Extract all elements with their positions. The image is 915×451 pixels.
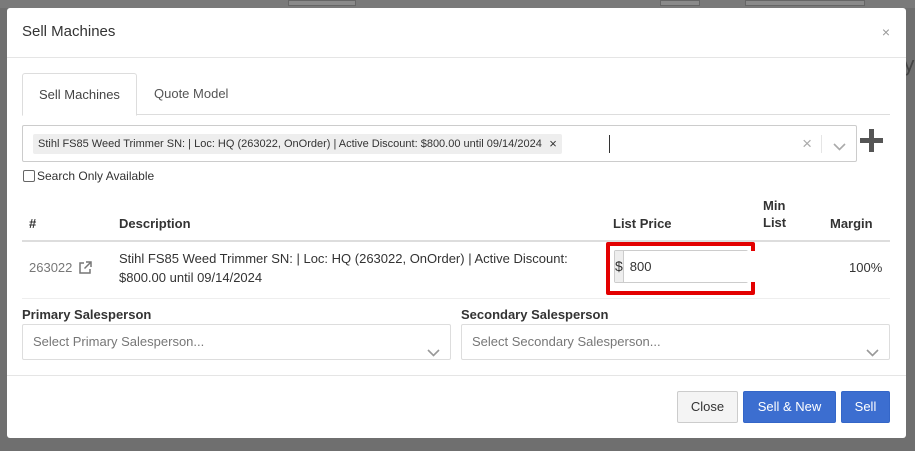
- close-button[interactable]: Close: [677, 391, 738, 423]
- modal-close-button[interactable]: ×: [882, 25, 890, 39]
- secondary-salesperson-label: Secondary Salesperson: [461, 307, 609, 322]
- add-machine-button[interactable]: [860, 129, 883, 157]
- modal-header: Sell Machines ×: [7, 8, 906, 58]
- search-only-available-label: Search Only Available: [37, 169, 155, 183]
- row-divider: [22, 298, 890, 299]
- selected-machine-label: Stihl FS85 Weed Trimmer SN: | Loc: HQ (2…: [38, 138, 542, 150]
- header-margin: Margin: [830, 216, 873, 231]
- selected-machine-tag: Stihl FS85 Weed Trimmer SN: | Loc: HQ (2…: [33, 134, 562, 154]
- search-only-available-checkbox[interactable]: [23, 170, 35, 182]
- chevron-down-icon[interactable]: [833, 138, 846, 156]
- sell-button[interactable]: Sell: [841, 391, 890, 423]
- clear-selection-button[interactable]: ×: [802, 134, 812, 154]
- machine-description-line1: Stihl FS85 Weed Trimmer SN: | Loc: HQ (2…: [119, 251, 568, 266]
- backdrop-fragment: [288, 0, 356, 6]
- list-price-input[interactable]: [623, 251, 812, 282]
- primary-salesperson-placeholder: Select Primary Salesperson...: [33, 334, 205, 349]
- header-min-list: Min List: [763, 197, 786, 231]
- footer-divider: [7, 375, 906, 376]
- header-divider: [22, 240, 890, 242]
- chevron-down-icon: [866, 336, 879, 370]
- header-list-price: List Price: [613, 216, 672, 231]
- external-link-icon: [79, 260, 93, 274]
- machine-search-select[interactable]: Stihl FS85 Weed Trimmer SN: | Loc: HQ (2…: [22, 125, 857, 162]
- list-price-group: $: [614, 250, 812, 283]
- sell-machines-modal: Sell Machines × Sell Machines Quote Mode…: [7, 8, 906, 438]
- remove-tag-button[interactable]: ×: [549, 134, 557, 154]
- search-only-available-row[interactable]: Search Only Available: [23, 169, 154, 183]
- secondary-salesperson-placeholder: Select Secondary Salesperson...: [472, 334, 661, 349]
- modal-title: Sell Machines: [22, 23, 116, 40]
- header-description: Description: [119, 216, 191, 231]
- header-number: #: [29, 216, 37, 231]
- tab-bar: Sell Machines Quote Model: [22, 73, 890, 116]
- sell-and-new-button[interactable]: Sell & New: [743, 391, 836, 423]
- machine-id: 263022: [29, 260, 73, 275]
- header-min-list-line1: Min: [763, 198, 786, 213]
- backdrop-fragment: [660, 0, 700, 6]
- header-min-list-line2: List: [763, 215, 787, 230]
- chevron-down-icon: [427, 336, 440, 370]
- machine-description: Stihl FS85 Weed Trimmer SN: | Loc: HQ (2…: [119, 249, 568, 287]
- machine-description-line2: $800.00 until 09/14/2024: [119, 270, 263, 285]
- margin-value: 100%: [849, 260, 883, 275]
- tab-sell-machines[interactable]: Sell Machines: [22, 73, 137, 116]
- primary-salesperson-select[interactable]: Select Primary Salesperson...: [22, 324, 451, 360]
- plus-icon: [860, 129, 883, 152]
- tab-quote-model[interactable]: Quote Model: [138, 73, 244, 116]
- primary-salesperson-label: Primary Salesperson: [22, 307, 152, 322]
- machine-id-link[interactable]: 263022: [29, 258, 93, 277]
- secondary-salesperson-select[interactable]: Select Secondary Salesperson...: [461, 324, 890, 360]
- select-separator: [821, 135, 822, 153]
- currency-addon: $: [615, 251, 624, 282]
- text-cursor: [609, 135, 610, 153]
- list-price-highlight: $: [606, 242, 812, 295]
- backdrop-fragment: [745, 0, 865, 6]
